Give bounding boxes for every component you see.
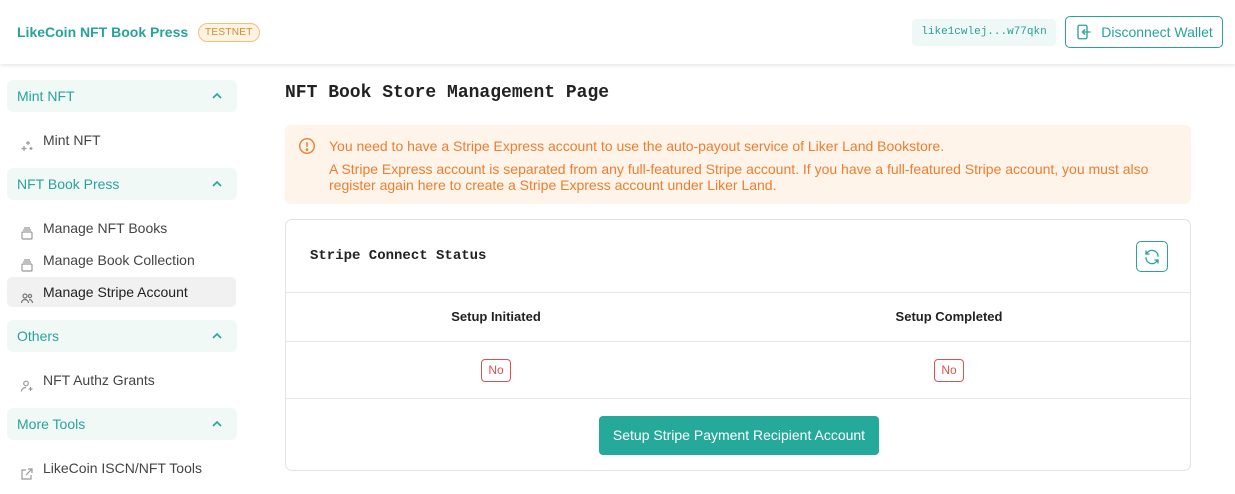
stripe-warning-alert: You need to have a Stripe Express accoun… xyxy=(285,125,1191,204)
warning-circle-icon xyxy=(298,137,316,155)
book-stack-icon xyxy=(20,253,34,272)
refresh-button[interactable] xyxy=(1136,241,1168,272)
status-badge-completed: No xyxy=(934,359,964,382)
card-title: Stripe Connect Status xyxy=(310,248,487,264)
sidebar-item-label: LikeCoin ISCN/NFT Tools xyxy=(43,460,202,476)
chevron-up-icon xyxy=(211,80,223,112)
sidebar-item-label: NFT Authz Grants xyxy=(43,372,155,388)
setup-stripe-account-button[interactable]: Setup Stripe Payment Recipient Account xyxy=(599,416,879,455)
sidebar-group-label: Others xyxy=(17,328,60,344)
sidebar-group-more-tools[interactable]: More Tools xyxy=(7,408,237,440)
alert-line: A Stripe Express account is separated fr… xyxy=(329,161,1149,177)
sidebar-item-label: Manage Stripe Account xyxy=(43,284,188,300)
page-title: NFT Book Store Management Page xyxy=(285,83,610,103)
top-bar: LikeCoin NFT Book Press TESTNET like1cwl… xyxy=(0,0,1235,64)
users-icon xyxy=(20,285,34,304)
sidebar-item-label: Manage Book Collection xyxy=(43,252,195,268)
stripe-connect-status-card: Stripe Connect Status Setup Initiated Se… xyxy=(285,219,1191,471)
chevron-up-icon xyxy=(211,320,223,352)
sidebar-group-label: Mint NFT xyxy=(17,88,75,104)
divider xyxy=(286,341,1190,342)
chevron-up-icon xyxy=(211,408,223,440)
disconnect-wallet-label: Disconnect Wallet xyxy=(1101,24,1213,40)
sidebar-group-others[interactable]: Others xyxy=(7,320,237,352)
sidebar-group-label: NFT Book Press xyxy=(17,176,120,192)
sidebar-item-nft-authz-grants[interactable]: NFT Authz Grants xyxy=(7,365,236,395)
chevron-up-icon xyxy=(211,168,223,200)
sidebar-item-label: Mint NFT xyxy=(43,132,101,148)
sidebar-item-manage-stripe-account[interactable]: Manage Stripe Account xyxy=(7,277,236,307)
sidebar-item-manage-book-collection[interactable]: Manage Book Collection xyxy=(7,245,236,275)
sidebar-group-label: More Tools xyxy=(17,416,86,432)
sidebar-group-nft-book-press[interactable]: NFT Book Press xyxy=(7,168,237,200)
sidebar-item-mint-nft[interactable]: Mint NFT xyxy=(7,125,236,155)
divider xyxy=(286,398,1190,399)
user-add-icon xyxy=(20,373,34,392)
alert-line: You need to have a Stripe Express accoun… xyxy=(329,138,945,154)
sparkle-icon xyxy=(20,133,34,151)
book-stack-icon xyxy=(20,221,34,240)
alert-line: register again here to create a Stripe E… xyxy=(329,177,777,193)
sidebar-item-likecoin-tools[interactable]: LikeCoin ISCN/NFT Tools xyxy=(7,453,236,483)
sidebar: Mint NFT Mint NFT NFT Book Press Manage … xyxy=(0,64,245,494)
app-title[interactable]: LikeCoin NFT Book Press xyxy=(17,24,188,40)
column-header-setup-completed: Setup Completed xyxy=(895,309,1003,324)
status-badge-initiated: No xyxy=(481,359,511,382)
wallet-address: like1cwlej...w77qkn xyxy=(912,19,1056,46)
sidebar-group-mint-nft[interactable]: Mint NFT xyxy=(7,80,237,112)
external-link-icon xyxy=(20,461,34,480)
column-header-setup-initiated: Setup Initiated xyxy=(451,309,541,324)
network-badge: TESTNET xyxy=(198,23,260,42)
refresh-icon xyxy=(1145,249,1159,264)
sidebar-item-label: Manage NFT Books xyxy=(43,220,168,236)
divider xyxy=(286,292,1190,293)
disconnect-wallet-button[interactable]: Disconnect Wallet xyxy=(1065,16,1223,48)
sidebar-item-manage-nft-books[interactable]: Manage NFT Books xyxy=(7,213,236,243)
logout-icon xyxy=(1077,24,1091,40)
